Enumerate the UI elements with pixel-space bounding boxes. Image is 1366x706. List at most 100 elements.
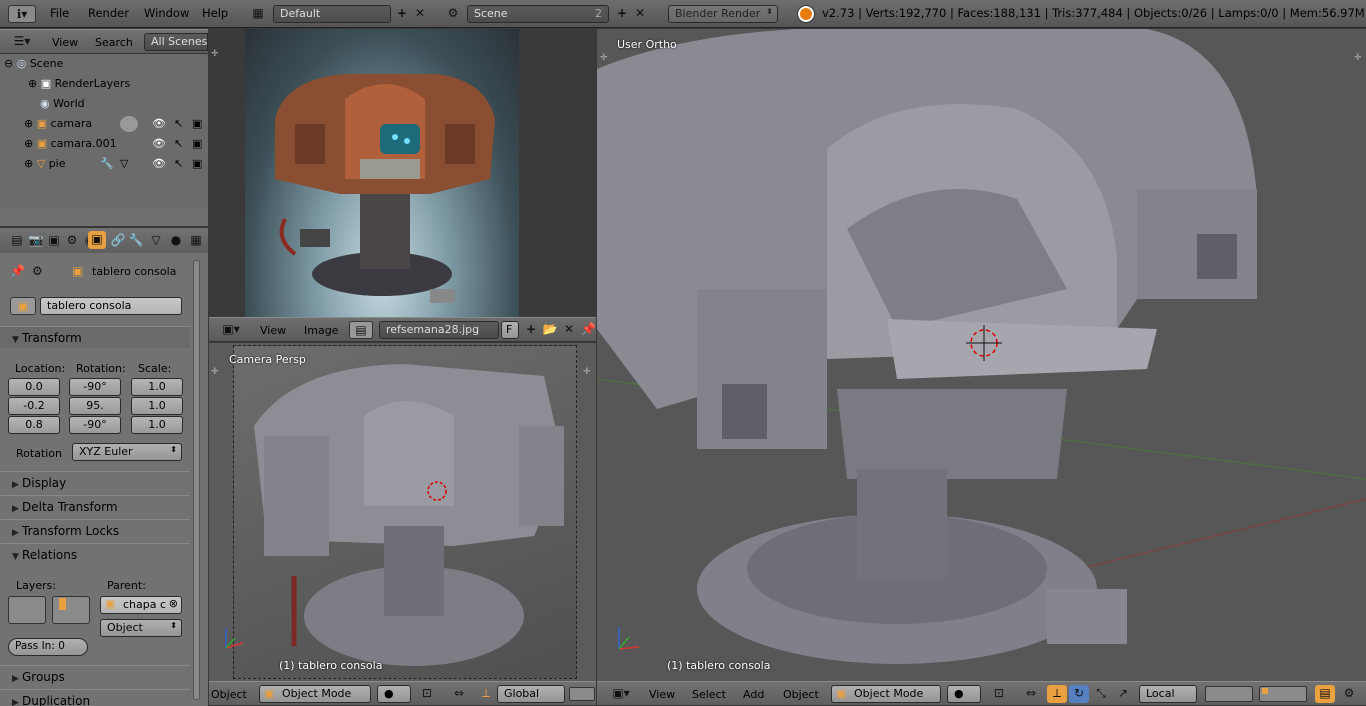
open-image-folder-icon[interactable]: 📂 [541, 321, 559, 337]
renderable-camera-icon[interactable]: ▣ [192, 154, 202, 174]
layers-block-1[interactable] [8, 596, 46, 624]
pivot-point-icon[interactable]: ⊡ [989, 685, 1009, 701]
transform-panel-header[interactable]: ▼ Transform [0, 326, 190, 348]
object-name-field[interactable]: tablero consola [40, 297, 182, 315]
pin-image-icon[interactable]: 📌 [581, 321, 596, 337]
outliner-row-camara[interactable]: ⊕ ▣ camara 👁 ↖ ▣ [24, 114, 208, 134]
renderable-camera-icon[interactable]: ▣ [192, 134, 202, 154]
location-z-field[interactable]: 0.8 [8, 416, 60, 434]
outliner-row-world[interactable]: ◉ World [40, 94, 85, 114]
3d-view-editor-icon[interactable]: ▣▾ [607, 685, 635, 703]
outliner-row-scene[interactable]: ⊖ ◎ Scene [4, 54, 63, 74]
location-x-field[interactable]: 0.0 [8, 378, 60, 396]
collapse-icon[interactable]: ⊖ [4, 57, 13, 70]
pin-icon[interactable]: 📌 [10, 263, 25, 279]
delta-transform-panel-header[interactable]: ▶ Delta Transform [0, 495, 190, 517]
scale-z-field[interactable]: 1.0 [131, 416, 183, 434]
expand-icon[interactable]: ⊕ [24, 117, 33, 130]
scale-manipulator-icon[interactable]: ⤡ [1091, 685, 1111, 701]
groups-panel-header[interactable]: ▶ Groups [0, 665, 190, 687]
layers-mini-grid[interactable] [569, 687, 595, 701]
fake-user-button[interactable]: F [501, 321, 519, 339]
texture-tab-icon[interactable]: ▦ [188, 232, 204, 248]
layers-grid-2[interactable] [1259, 686, 1307, 702]
main-3d-viewport[interactable]: User Ortho (1) tablero consola ✛ ✛ [597, 29, 1366, 681]
properties-scrollbar[interactable] [193, 260, 200, 700]
screen-layout-icon[interactable]: ▦ [244, 5, 272, 23]
render-preview-icon[interactable]: ⚙ [1339, 685, 1359, 701]
interaction-mode-dropdown[interactable]: ▣ Object Mode [831, 685, 941, 703]
data-tab-icon[interactable]: ▽ [148, 232, 164, 248]
active-layer-cell[interactable] [59, 598, 66, 610]
scale-x-field[interactable]: 1.0 [131, 378, 183, 396]
add-scene-button[interactable]: + [614, 5, 630, 23]
select-menu[interactable]: Select [692, 688, 726, 701]
renderable-camera-icon[interactable]: ▣ [192, 114, 202, 134]
screen-layout-field[interactable]: Default [273, 5, 391, 23]
outliner-editor-icon[interactable]: ☰▾ [8, 33, 36, 51]
selectable-arrow-icon[interactable]: ↖ [174, 154, 183, 174]
new-image-plus-icon[interactable]: + [523, 321, 539, 337]
display-panel-header[interactable]: ▶ Display [0, 471, 190, 493]
properties-editor-icon[interactable]: ▤ [6, 232, 28, 248]
parent-field[interactable]: ▣ chapa c ⊗ [100, 596, 182, 614]
visibility-eye-icon[interactable]: 👁 [152, 134, 166, 154]
outliner-filter-dropdown[interactable]: All Scenes [144, 33, 208, 51]
menu-window[interactable]: Window [144, 6, 189, 20]
outliner-row-renderlayers[interactable]: ⊕ ▣ RenderLayers [28, 74, 130, 94]
menu-help[interactable]: Help [202, 6, 228, 20]
renderlayers-tab-icon[interactable]: ▣ [46, 232, 62, 248]
rotation-z-field[interactable]: -90° [69, 416, 121, 434]
delete-screen-button[interactable]: ✕ [412, 5, 428, 23]
render-engine-dropdown[interactable]: Blender Render ⬍ [668, 5, 778, 23]
outliner-row-camara-001[interactable]: ⊕ ▣ camara.001 👁 ↖ ▣ [24, 134, 208, 154]
info-editor-icon[interactable]: ℹ▾ [8, 5, 36, 23]
pivot-point-icon[interactable]: ⊡ [417, 685, 437, 701]
unlink-image-x-icon[interactable]: ✕ [561, 321, 577, 337]
selectable-arrow-icon[interactable]: ↖ [174, 114, 183, 134]
image-editor-icon[interactable]: ▣▾ [217, 321, 245, 339]
scroll-plus-icon[interactable]: ✛ [583, 367, 591, 377]
expand-icon[interactable]: ⊕ [28, 77, 37, 90]
location-y-field[interactable]: -0.2 [8, 397, 60, 415]
scene-icon[interactable]: ⚙ [440, 5, 466, 23]
outliner-row-pie[interactable]: ⊕ ▽ pie 🔧 ▽ 👁 ↖ ▣ [24, 154, 208, 174]
image-name-field[interactable]: refsemana28.jpg [379, 321, 499, 339]
object-menu[interactable]: Object [783, 688, 819, 701]
transform-locks-panel-header[interactable]: ▶ Transform Locks [0, 519, 190, 541]
transform-orientation-dropdown[interactable]: Global [497, 685, 565, 703]
visibility-eye-icon[interactable]: 👁 [152, 154, 166, 174]
manipulator-toggle-icon[interactable]: ⇔ [1021, 685, 1041, 701]
translate-manipulator-icon[interactable]: ⟂ [1047, 685, 1067, 703]
rotate-manipulator-icon[interactable]: ↻ [1069, 685, 1089, 703]
camera-viewport[interactable]: Camera Persp (1) tablero consola ✛ ✛ [209, 343, 596, 681]
clear-x-icon[interactable]: ⊗ [169, 597, 178, 610]
interaction-mode-dropdown[interactable]: ▣ Object Mode [259, 685, 371, 703]
selectable-arrow-icon[interactable]: ↖ [174, 134, 183, 154]
image-menu[interactable]: Image [304, 324, 338, 337]
rotation-y-field[interactable]: 95. [69, 397, 121, 415]
layers-grid[interactable] [1205, 686, 1253, 702]
relations-panel-header[interactable]: ▼ Relations [0, 543, 190, 565]
object-tab-icon[interactable]: ▣ [88, 231, 106, 249]
render-tab-icon[interactable]: 📷 [28, 232, 44, 248]
rotation-x-field[interactable]: -90° [69, 378, 121, 396]
outliner-view-menu[interactable]: View [52, 36, 78, 49]
duplication-panel-header[interactable]: ▶ Duplication [0, 689, 190, 706]
scroll-plus-icon[interactable]: ✛ [600, 53, 608, 63]
delete-scene-button[interactable]: ✕ [632, 5, 648, 23]
scene-field[interactable]: Scene 2 [467, 5, 609, 23]
menu-file[interactable]: File [50, 6, 69, 20]
scroll-plus-icon[interactable]: ✛ [211, 49, 219, 59]
add-screen-button[interactable]: + [394, 5, 410, 23]
image-view-menu[interactable]: View [260, 324, 286, 337]
expand-icon[interactable]: ⊕ [24, 137, 33, 150]
visibility-eye-icon[interactable]: 👁 [152, 114, 166, 134]
transform-orientation-dropdown[interactable]: Local [1139, 685, 1197, 703]
constraints-tab-icon[interactable]: 🔗 [110, 232, 126, 248]
manipulator-mode-icon[interactable]: ↗ [1113, 685, 1133, 701]
menu-render[interactable]: Render [88, 6, 129, 20]
scroll-plus-icon[interactable]: ✛ [211, 367, 219, 377]
manipulator-toggle-icon[interactable]: ⇔ [449, 685, 469, 701]
transform-manipulator-icon[interactable]: ⟂ [477, 685, 495, 701]
